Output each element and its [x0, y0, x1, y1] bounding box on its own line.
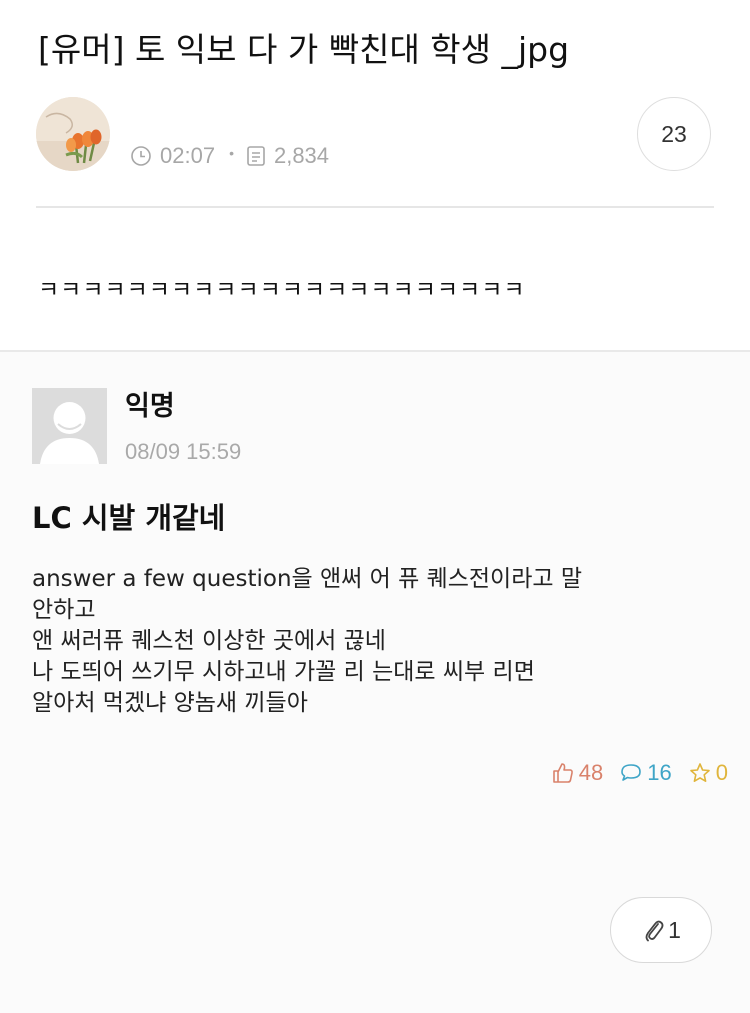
- post-meta: 02:07 • 2,834: [130, 140, 329, 172]
- embedded-body: answer a few question을 앤써 어 퓨 퀘스전이라고 말 안…: [32, 564, 712, 719]
- header-divider: [36, 206, 714, 208]
- comment-stat: 16: [619, 760, 672, 786]
- avatar-image: [36, 97, 110, 171]
- embedded-date: 08/09 15:59: [125, 439, 242, 464]
- comment-count-button[interactable]: 23: [637, 97, 711, 171]
- attachment-button[interactable]: 1: [610, 897, 712, 963]
- scrap-stat: 0: [688, 760, 728, 786]
- like-count: 48: [578, 760, 604, 785]
- embedded-screenshot: 익명 08/09 15:59 LC 시발 개같네 answer a few qu…: [0, 350, 750, 1013]
- view-count: 2,834: [273, 143, 330, 168]
- author-avatar[interactable]: [36, 97, 110, 171]
- embedded-title: LC 시발 개같네: [32, 501, 226, 535]
- embedded-author: 익명: [125, 391, 175, 422]
- post-time: 02:07: [160, 143, 216, 168]
- thumbs-up-icon: [552, 763, 573, 783]
- comment-count: 16: [647, 760, 672, 785]
- embedded-line: 알아처 먹겠냐 양놈새 끼들아: [32, 690, 308, 716]
- speech-bubble-icon: [621, 764, 642, 781]
- meta-separator: •: [229, 145, 234, 161]
- anonymous-avatar: [32, 388, 107, 464]
- attachment-count: 1: [668, 916, 681, 943]
- star-icon: [689, 763, 710, 782]
- post-body: ㅋㅋㅋㅋㅋㅋㅋㅋㅋㅋㅋㅋㅋㅋㅋㅋㅋㅋㅋㅋㅋㅋ: [38, 277, 526, 303]
- document-icon: [246, 145, 266, 167]
- embedded-stats: 48 16 0: [535, 760, 728, 786]
- anonymous-user-icon: [32, 388, 107, 464]
- clock-icon: [130, 145, 152, 167]
- embedded-line: 앤 써러퓨 퀘스천 이상한 곳에서 끊네: [32, 628, 386, 654]
- post-title: [유머] 토 익보 다 가 빡친대 학생 _jpg: [38, 30, 570, 69]
- embedded-line: answer a few question을 앤써 어 퓨 퀘스전이라고 말: [32, 566, 583, 592]
- embedded-line: 안하고: [32, 597, 96, 623]
- like-stat: 48: [551, 760, 603, 786]
- scrap-count: 0: [715, 760, 728, 785]
- embedded-line: 나 도띄어 쓰기무 시하고내 가꼴 리 는대로 씨부 리면: [32, 659, 535, 685]
- paperclip-icon: [645, 920, 664, 942]
